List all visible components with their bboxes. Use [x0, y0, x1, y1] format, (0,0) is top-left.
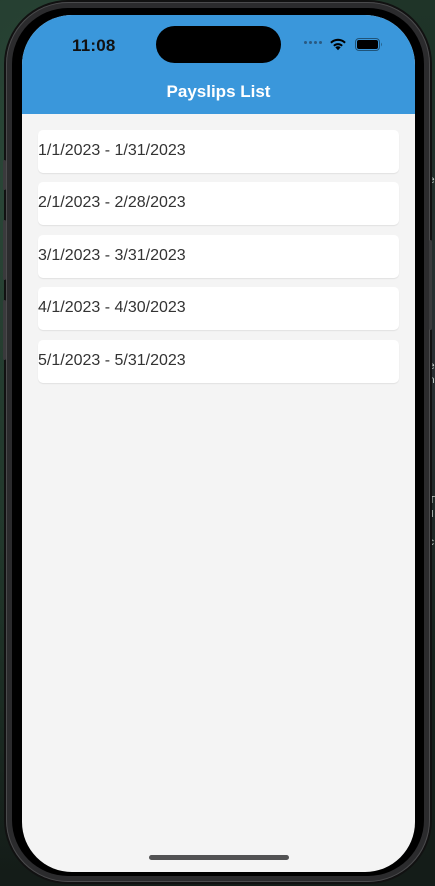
payslip-item[interactable]: 3/1/2023 - 3/31/2023 — [38, 234, 399, 278]
payslip-period-label: 5/1/2023 - 5/31/2023 — [38, 351, 186, 369]
status-time: 11:08 — [72, 36, 116, 55]
power-button — [429, 240, 432, 330]
cellular-signal-icon — [304, 41, 322, 44]
volume-down-button — [3, 300, 6, 360]
home-indicator[interactable] — [149, 855, 289, 860]
app-screen: 11:08 Payslips List 1/1/2023 - 1/31/2023… — [22, 15, 415, 872]
mute-switch — [3, 160, 6, 190]
battery-icon — [355, 38, 382, 51]
payslip-item[interactable]: 4/1/2023 - 4/30/2023 — [38, 287, 399, 331]
payslip-period-label: 3/1/2023 - 3/31/2023 — [38, 246, 186, 264]
dynamic-island — [156, 26, 281, 63]
volume-up-button — [3, 220, 6, 280]
payslip-period-label: 1/1/2023 - 1/31/2023 — [38, 142, 186, 159]
payslips-list: 1/1/2023 - 1/31/2023 2/1/2023 - 2/28/202… — [38, 130, 399, 392]
payslip-item[interactable]: 2/1/2023 - 2/28/2023 — [38, 182, 399, 226]
app-header: 11:08 Payslips List — [22, 15, 415, 114]
payslip-period-label: 4/1/2023 - 4/30/2023 — [38, 299, 186, 317]
payslip-period-label: 2/1/2023 - 2/28/2023 — [38, 194, 186, 212]
wifi-icon — [330, 38, 346, 51]
page-title: Payslips List — [166, 82, 271, 101]
payslip-item[interactable]: 5/1/2023 - 5/31/2023 — [38, 339, 399, 383]
payslip-item[interactable]: 1/1/2023 - 1/31/2023 — [38, 130, 399, 173]
